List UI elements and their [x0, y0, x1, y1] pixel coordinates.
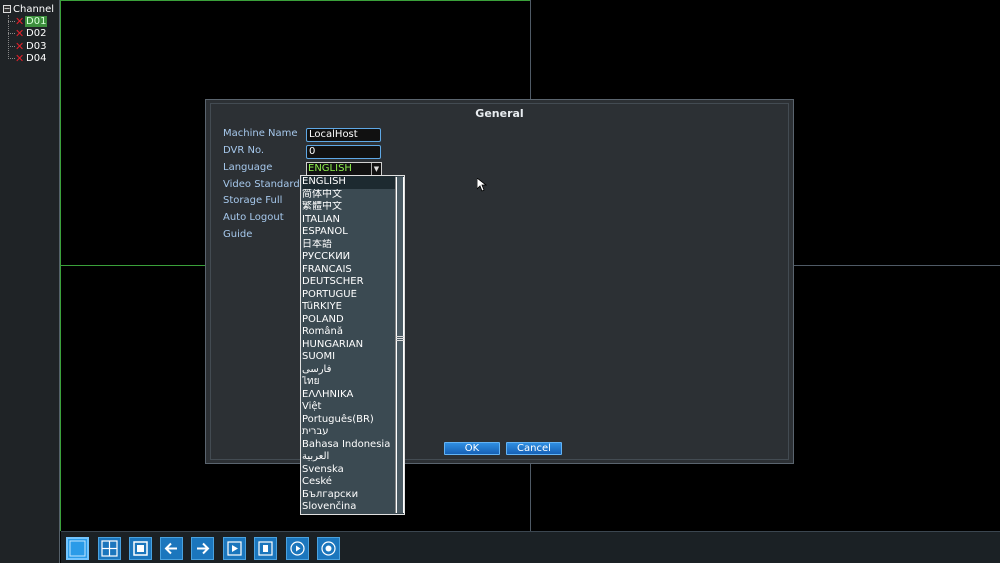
arrow-right-icon — [197, 542, 210, 555]
channel-item-label: D02 — [26, 27, 47, 39]
dvr-no-label: DVR No. — [223, 145, 265, 156]
video-standard-label: Video Standard — [223, 179, 300, 190]
channel-item-d02[interactable]: ✕ D02 — [8, 27, 47, 39]
language-option[interactable]: ESPAÑOL — [302, 226, 395, 239]
tree-branch — [8, 57, 15, 59]
language-option[interactable]: České — [302, 476, 395, 489]
quad-view-button[interactable] — [98, 537, 121, 560]
language-option[interactable]: FRANCAIS — [302, 264, 395, 277]
language-option[interactable]: POLAND — [302, 314, 395, 327]
machine-name-input[interactable]: LocalHost — [306, 128, 381, 142]
arrow-left-icon — [164, 542, 177, 555]
tree-branch — [8, 20, 15, 22]
play-circle-icon — [290, 541, 305, 556]
dialog-title: General — [475, 107, 524, 120]
cancel-button[interactable]: Cancel — [506, 442, 562, 455]
tree-branch — [8, 32, 15, 34]
language-option[interactable]: Bahasa Indonesia — [302, 439, 395, 452]
disconnected-x-icon: ✕ — [15, 14, 25, 28]
grid-outline-top — [60, 0, 530, 1]
channel-item-d04[interactable]: ✕ D04 — [8, 52, 47, 64]
language-dropdown-list: ENGLISH 简体中文 繁體中文 ITALIAN ESPAÑOL 日本語 РУССКИЙ F… — [300, 175, 405, 515]
record-circle-button[interactable] — [317, 537, 340, 560]
guide-label: Guide — [223, 229, 253, 240]
play-frame-icon — [227, 541, 242, 556]
language-select[interactable]: ENGLISH ▼ — [306, 162, 382, 176]
quad-view-icon — [101, 540, 118, 557]
channel-header-label: Channel — [13, 3, 55, 15]
language-scrollbar[interactable] — [395, 177, 404, 513]
language-options: ENGLISH 简体中文 繁體中文 ITALIAN ESPAÑOL 日本語 РУССКИЙ F… — [302, 176, 395, 514]
language-option[interactable]: Português(BR) — [302, 414, 395, 427]
language-option[interactable]: Română — [302, 326, 395, 339]
language-option[interactable]: Slovenčina — [302, 501, 395, 514]
single-view-button[interactable] — [66, 537, 89, 560]
bottom-toolbar — [61, 531, 1000, 563]
channel-panel: − Channel ✕ D01 ✕ D02 ✕ D03 ✕ D04 — [0, 0, 60, 563]
tree-branch — [8, 45, 15, 47]
language-option[interactable]: HUNGARIAN — [302, 339, 395, 352]
storage-full-label: Storage Full — [223, 195, 283, 206]
machine-name-label: Machine Name — [223, 128, 298, 139]
channel-item-label: D01 — [25, 15, 48, 27]
playback-button[interactable] — [223, 537, 246, 560]
language-option[interactable]: 繁體中文 — [302, 201, 395, 214]
single-view-icon — [69, 540, 86, 557]
record-frame-icon — [258, 541, 273, 556]
mouse-cursor-icon — [477, 178, 487, 192]
disconnected-x-icon: ✕ — [15, 39, 25, 53]
previous-button[interactable] — [160, 537, 183, 560]
stop-icon — [133, 541, 148, 556]
dvr-no-input[interactable]: 0 — [306, 145, 381, 159]
language-option[interactable]: SUOMI — [302, 351, 395, 364]
language-label: Language — [223, 162, 273, 173]
next-button[interactable] — [191, 537, 214, 560]
language-select-value: ENGLISH — [308, 163, 352, 174]
disconnected-x-icon: ✕ — [15, 26, 25, 40]
language-option[interactable]: ΕΛΛΗΝΙΚΑ — [302, 389, 395, 402]
language-option[interactable]: العربية — [302, 451, 395, 464]
channel-item-d03[interactable]: ✕ D03 — [8, 40, 47, 52]
language-option[interactable]: فارسی — [302, 364, 395, 377]
language-option[interactable]: ไทย — [302, 376, 395, 389]
dropdown-arrow-icon[interactable]: ▼ — [371, 163, 381, 175]
language-option[interactable]: ITALIAN — [302, 214, 395, 227]
language-option[interactable]: РУССКИЙ — [302, 251, 395, 264]
record-button[interactable] — [254, 537, 277, 560]
record-circle-icon — [321, 541, 336, 556]
general-dialog-body: General Machine Name LocalHost DVR No. 0… — [210, 103, 789, 460]
collapse-box-icon[interactable]: − — [3, 5, 11, 13]
play-circle-button[interactable] — [286, 537, 309, 560]
language-option[interactable]: Việt — [302, 401, 395, 414]
channel-item-label: D03 — [26, 40, 47, 52]
scrollbar-grip-icon — [396, 335, 404, 343]
language-option[interactable]: ENGLISH — [302, 176, 395, 189]
channel-tree-header[interactable]: − Channel — [3, 3, 54, 15]
channel-item-label: D04 — [26, 52, 47, 64]
language-option[interactable]: 日本語 — [302, 239, 395, 252]
language-option[interactable]: 简体中文 — [302, 189, 395, 202]
general-dialog: General Machine Name LocalHost DVR No. 0… — [205, 99, 794, 464]
language-option[interactable]: Svenska — [302, 464, 395, 477]
language-option[interactable]: TüRKİYE — [302, 301, 395, 314]
stop-button[interactable] — [129, 537, 152, 560]
ok-button[interactable]: OK — [444, 442, 500, 455]
auto-logout-label: Auto Logout — [223, 212, 284, 223]
channel-item-d01[interactable]: ✕ D01 — [8, 14, 48, 28]
language-option[interactable]: DEUTSCHER — [302, 276, 395, 289]
scrollbar-thumb[interactable] — [397, 177, 403, 513]
language-option[interactable]: PORTUGUÊ — [302, 289, 395, 302]
language-option[interactable]: Български — [302, 489, 395, 502]
language-option[interactable]: עברית — [302, 426, 395, 439]
disconnected-x-icon: ✕ — [15, 51, 25, 65]
